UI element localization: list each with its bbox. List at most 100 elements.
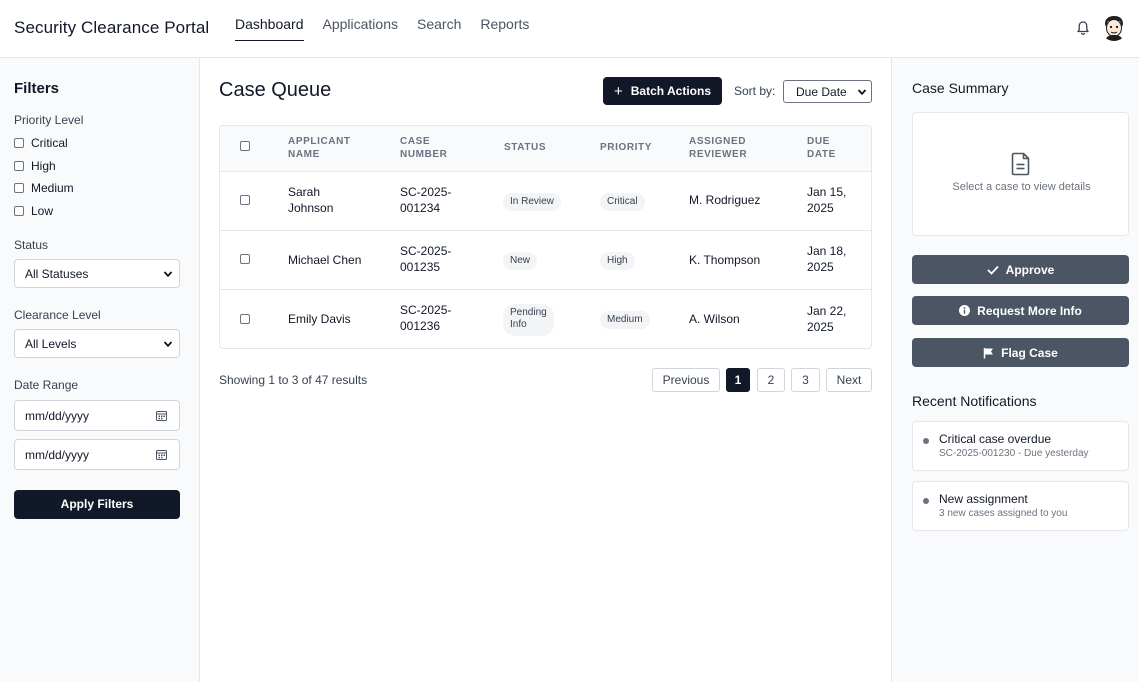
filters-sidebar: Filters Priority Level Critical High Med… [0, 58, 200, 682]
case-number-line: SC-2025- [400, 244, 452, 258]
table-row[interactable]: Michael Chen SC-2025- 001235 New High K.… [220, 231, 871, 290]
priority-critical-checkbox[interactable] [14, 138, 24, 148]
priority-critical-label: Critical [31, 136, 68, 150]
avatar-icon[interactable] [1101, 15, 1127, 41]
sort-by-select[interactable]: Due Date [783, 80, 872, 103]
check-icon [987, 265, 999, 275]
column-applicant-name[interactable]: Applicant Name [288, 135, 368, 161]
due-date-line: 2025 [807, 201, 834, 215]
approve-label: Approve [1005, 262, 1055, 277]
due-date-line: Jan 15, [807, 185, 847, 199]
request-more-info-button[interactable]: Request More Info [912, 296, 1129, 325]
due-date-line: 2025 [807, 320, 834, 334]
status-badge-line: Pending [510, 307, 547, 318]
nav-search[interactable]: Search [417, 0, 461, 41]
priority-low-checkbox[interactable] [14, 206, 24, 216]
case-summary-title: Case Summary [912, 80, 1009, 96]
status-select-value: All Statuses [25, 267, 89, 281]
case-number: SC-2025- 001235 [400, 243, 451, 275]
table-row[interactable]: Emily Davis SC-2025- 001236 Pending Info… [220, 290, 871, 348]
flag-case-button[interactable]: Flag Case [912, 338, 1129, 367]
row-checkbox[interactable] [240, 195, 250, 205]
notification-title: Critical case overdue [939, 432, 1052, 446]
status-badge: In Review [503, 193, 561, 211]
clearance-level-select[interactable]: All Levels [14, 329, 180, 358]
batch-actions-button[interactable]: + Batch Actions [603, 77, 722, 105]
nav-reports[interactable]: Reports [480, 0, 529, 41]
apply-filters-button[interactable]: Apply Filters [14, 490, 180, 519]
due-date: Jan 22, 2025 [807, 303, 846, 335]
priority-high-label: High [31, 159, 56, 173]
date-to-input[interactable]: mm/dd/yyyy [14, 439, 180, 470]
priority-medium-checkbox[interactable] [14, 183, 24, 193]
notification-item[interactable]: New assignment 3 new cases assigned to y… [912, 481, 1129, 531]
chevron-down-icon [163, 271, 173, 278]
priority-badge: Medium [600, 311, 650, 329]
clearance-select-value: All Levels [25, 337, 77, 351]
priority-medium-option[interactable]: Medium [14, 181, 74, 195]
table-row[interactable]: Sarah Johnson SC-2025- 001234 In Review … [220, 172, 871, 231]
priority-badge: High [600, 252, 635, 270]
due-date: Jan 18, 2025 [807, 243, 846, 275]
case-queue-table: Applicant Name Case Number Status Priori… [219, 125, 872, 349]
page-title: Case Queue [219, 79, 332, 101]
due-date: Jan 15, 2025 [807, 184, 846, 216]
applicant-name-line: Johnson [288, 201, 334, 215]
sort-by-value: Due Date [796, 85, 847, 99]
priority-low-label: Low [31, 204, 54, 218]
flag-case-label: Flag Case [1001, 345, 1058, 360]
page-3-button[interactable]: 3 [791, 368, 820, 392]
select-all-checkbox[interactable] [240, 141, 250, 151]
status-label: Status [14, 238, 49, 252]
column-status[interactable]: Status [504, 141, 546, 154]
date-to-placeholder: mm/dd/yyyy [25, 448, 90, 462]
date-from-input[interactable]: mm/dd/yyyy [14, 400, 180, 431]
chevron-down-icon [163, 341, 173, 348]
bell-icon[interactable] [1075, 20, 1091, 36]
notification-item[interactable]: Critical case overdue SC-2025-001230 - D… [912, 421, 1129, 471]
nav-applications[interactable]: Applications [323, 0, 399, 41]
notification-subtitle: 3 new cases assigned to you [939, 508, 1068, 519]
priority-low-option[interactable]: Low [14, 204, 53, 218]
column-due-date[interactable]: Due Date [807, 135, 847, 161]
previous-page-button[interactable]: Previous [652, 368, 720, 392]
date-from-placeholder: mm/dd/yyyy [25, 409, 90, 423]
batch-actions-label: Batch Actions [630, 84, 711, 98]
due-date-line: 2025 [807, 260, 834, 274]
row-checkbox[interactable] [240, 314, 250, 324]
priority-high-checkbox[interactable] [14, 161, 24, 171]
calendar-icon[interactable] [156, 410, 167, 421]
column-priority[interactable]: Priority [600, 141, 652, 154]
case-number: SC-2025- 001234 [400, 184, 451, 216]
nav-dashboard[interactable]: Dashboard [235, 0, 304, 41]
column-assigned-reviewer[interactable]: Assigned Reviewer [689, 135, 769, 161]
request-more-info-label: Request More Info [977, 303, 1082, 318]
priority-medium-label: Medium [31, 181, 74, 195]
applicant-name: Sarah Johnson [288, 184, 333, 216]
page-2-button[interactable]: 2 [757, 368, 785, 392]
calendar-icon[interactable] [156, 449, 167, 460]
info-icon [959, 305, 971, 316]
next-page-button[interactable]: Next [826, 368, 872, 392]
app-title: Security Clearance Portal [14, 18, 210, 37]
case-summary-empty-text: Select a case to view details [952, 181, 1091, 193]
approve-button[interactable]: Approve [912, 255, 1129, 284]
main-nav: Dashboard Applications Search Reports [235, 0, 548, 58]
status-select[interactable]: All Statuses [14, 259, 180, 288]
recent-notifications-title: Recent Notifications [912, 393, 1037, 409]
document-icon [1011, 152, 1030, 176]
row-checkbox[interactable] [240, 254, 250, 264]
assigned-reviewer: M. Rodriguez [689, 193, 761, 207]
priority-critical-option[interactable]: Critical [14, 136, 68, 150]
column-case-number[interactable]: Case Number [400, 135, 460, 161]
sort-by-label: Sort by: [734, 84, 776, 98]
notification-title: New assignment [939, 492, 1028, 506]
chevron-down-icon [857, 89, 867, 96]
page-1-button[interactable]: 1 [726, 368, 750, 392]
filters-title: Filters [14, 80, 60, 97]
case-number-line: 001236 [400, 319, 441, 333]
applicant-name: Michael Chen [288, 253, 362, 267]
status-badge-line: Info [510, 319, 527, 330]
clearance-level-label: Clearance Level [14, 308, 101, 322]
priority-high-option[interactable]: High [14, 159, 56, 173]
